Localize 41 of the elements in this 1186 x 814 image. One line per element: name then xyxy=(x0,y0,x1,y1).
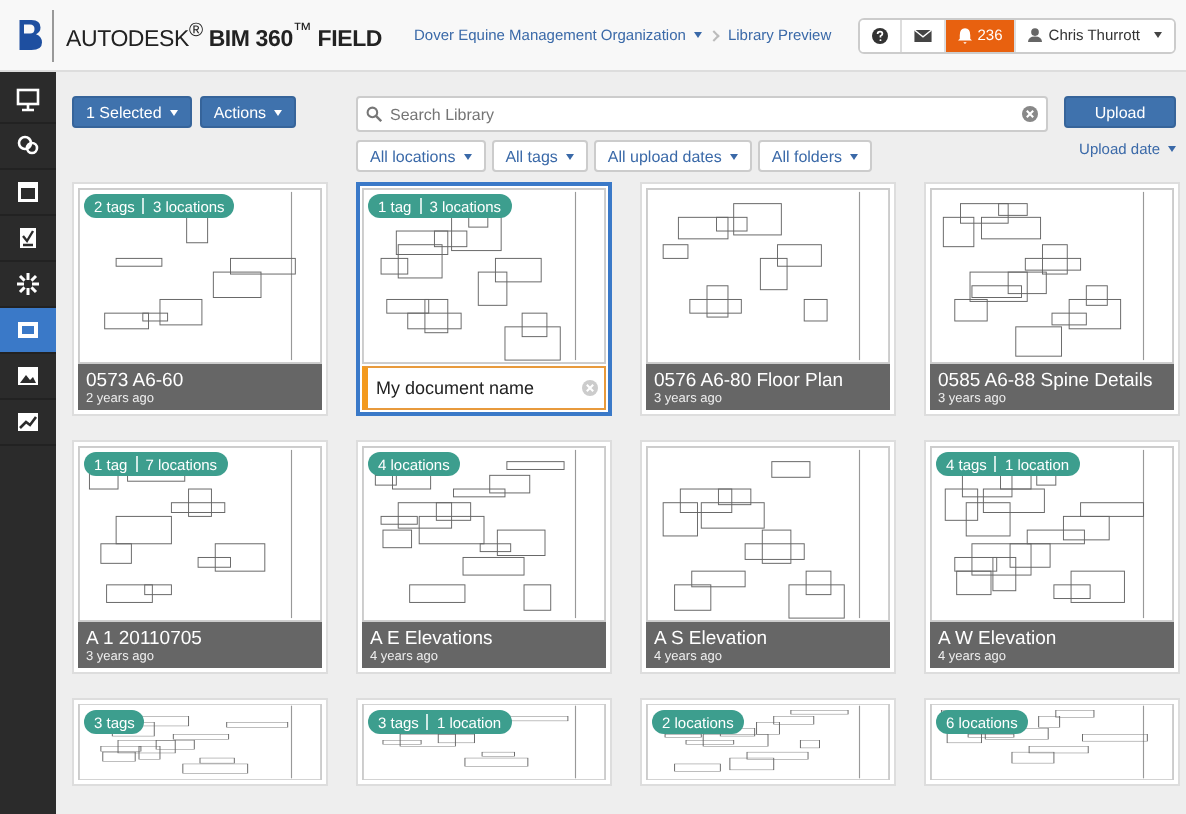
search-icon xyxy=(366,106,382,122)
sidebar-nav-button[interactable] xyxy=(0,308,56,354)
mail-icon xyxy=(913,29,932,41)
filter-dropdown[interactable]: All upload dates xyxy=(593,140,752,172)
upload-button[interactable]: Upload xyxy=(1064,96,1176,128)
title-field[interactable]: My document name xyxy=(362,366,606,410)
selection-dropdown[interactable]: 1 Selected xyxy=(72,96,192,128)
caret-icon xyxy=(565,153,574,159)
filter-dropdown[interactable]: All folders xyxy=(757,140,872,172)
document-title: A 1 20110705 xyxy=(86,628,204,650)
search-field[interactable]: Search Library xyxy=(356,96,1048,132)
caret-icon xyxy=(729,153,738,159)
caret-icon xyxy=(463,153,472,159)
checklist-icon xyxy=(16,226,40,250)
clear-icon[interactable] xyxy=(1022,106,1038,122)
library-icon xyxy=(16,318,40,342)
caret-icon xyxy=(1168,146,1176,152)
bell-icon xyxy=(957,27,972,43)
help-icon xyxy=(871,27,888,43)
product-name: AUTODESK$^{®}$ BIM 360$^{™}$ FIELD xyxy=(66,19,383,51)
caret-icon xyxy=(274,109,283,115)
filter-dropdown[interactable]: All tags xyxy=(491,140,588,172)
presentation-icon xyxy=(16,88,40,112)
document-title: A S Elevation xyxy=(654,628,770,650)
caret-icon xyxy=(169,109,178,115)
chart-icon xyxy=(16,410,40,434)
caret-icon xyxy=(693,32,702,38)
caret-icon xyxy=(849,153,858,159)
logo-icon xyxy=(18,18,42,52)
user-icon xyxy=(1028,28,1043,42)
caret-icon xyxy=(1154,32,1162,38)
actions-dropdown[interactable]: Actions xyxy=(199,96,297,128)
document-title: 0585 A6-88 Spine Details xyxy=(938,370,1155,392)
document-title: 0573 A6-60 xyxy=(86,370,186,392)
document-title: A E Elevations xyxy=(370,628,495,650)
burst-icon xyxy=(16,272,40,296)
image-icon xyxy=(16,364,40,388)
filter-dropdown[interactable]: All locations xyxy=(356,140,486,172)
chevron-icon xyxy=(708,29,720,41)
document-title: 0576 A6-80 Floor Plan xyxy=(654,370,846,392)
document-title: A W Elevation xyxy=(938,628,1059,650)
